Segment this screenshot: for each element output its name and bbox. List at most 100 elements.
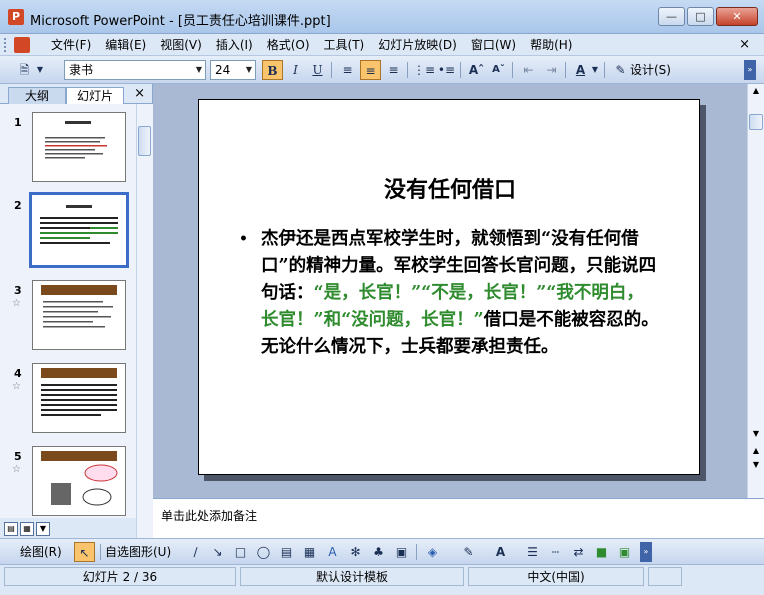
align-right-icon[interactable]: ≡ bbox=[383, 60, 404, 80]
new-dropdown-icon[interactable]: ▼ bbox=[34, 60, 46, 80]
chevron-down-icon[interactable]: ▼ bbox=[193, 61, 205, 79]
menu-edit[interactable]: 编辑(E) bbox=[98, 37, 153, 53]
italic-button[interactable]: I bbox=[285, 60, 306, 80]
3d-style-icon[interactable]: ▣ bbox=[614, 542, 635, 562]
powerpoint-app-icon[interactable]: P bbox=[8, 9, 24, 25]
clipart-icon[interactable]: ♣ bbox=[368, 542, 389, 562]
wordart-icon[interactable]: A bbox=[322, 542, 343, 562]
menu-window[interactable]: 窗口(W) bbox=[464, 37, 523, 53]
bold-button[interactable]: B bbox=[262, 60, 283, 80]
tab-slides[interactable]: 幻灯片 bbox=[66, 87, 124, 104]
slide-scrollbar[interactable]: ▲ ▼ ▲ ▼ bbox=[747, 84, 764, 498]
shadow-style-icon[interactable]: ■ bbox=[591, 542, 612, 562]
slide-title[interactable]: 没有任何借口 bbox=[199, 172, 701, 204]
menu-help[interactable]: 帮助(H) bbox=[523, 37, 579, 53]
menu-grip[interactable] bbox=[4, 38, 7, 52]
rectangle-tool-icon[interactable]: □ bbox=[230, 542, 251, 562]
scroll-up-icon[interactable]: ▲ bbox=[748, 86, 764, 100]
autoshapes-menu-button[interactable]: 自选图形(U) bbox=[105, 544, 171, 560]
underline-button[interactable]: U bbox=[307, 60, 328, 80]
tab-outline[interactable]: 大纲 bbox=[8, 87, 66, 104]
close-pane-icon[interactable]: × bbox=[134, 86, 145, 101]
close-window-button[interactable]: ✕ bbox=[716, 7, 758, 26]
scrollbar-thumb[interactable] bbox=[749, 114, 763, 130]
scroll-down-icon[interactable]: ▼ bbox=[748, 429, 764, 443]
bullet-list-icon[interactable]: •≡ bbox=[436, 60, 457, 80]
line-color-icon[interactable]: ✎ bbox=[458, 542, 479, 562]
font-size-select[interactable]: 24 ▼ bbox=[210, 60, 256, 80]
next-slide-icon[interactable]: ▼ bbox=[748, 460, 764, 474]
chevron-down-icon[interactable]: ▼ bbox=[243, 61, 255, 79]
new-document-icon[interactable]: 🗎 bbox=[14, 60, 35, 80]
font-color-icon[interactable]: A bbox=[490, 542, 511, 562]
animation-star-icon[interactable]: ☆ bbox=[12, 298, 21, 309]
toolbar-divider bbox=[416, 544, 417, 560]
diagram-icon[interactable]: ✻ bbox=[345, 542, 366, 562]
draw-menu-button[interactable]: 绘图(R) bbox=[20, 544, 62, 560]
slide-thumbnail[interactable] bbox=[32, 112, 126, 182]
increase-indent-icon[interactable]: ⇥ bbox=[541, 60, 562, 80]
thumbnail-item[interactable]: 2 bbox=[0, 192, 136, 275]
decrease-indent-icon[interactable]: ⇤ bbox=[518, 60, 539, 80]
design-template-name[interactable]: 默认设计模板 bbox=[240, 567, 464, 586]
previous-slide-icon[interactable]: ▲ bbox=[748, 446, 764, 460]
slide-thumbnail[interactable] bbox=[32, 280, 126, 350]
thumbnail-item[interactable]: 5 ☆ bbox=[0, 446, 136, 518]
toolbar-divider bbox=[100, 544, 101, 560]
arrow-style-icon[interactable]: ⇄ bbox=[568, 542, 589, 562]
slide-body-text[interactable]: • 杰伊还是西点军校学生时，就领悟到“没有任何借口”的精神力量。军校学生回答长官… bbox=[239, 226, 659, 361]
slide-canvas[interactable]: 没有任何借口 • 杰伊还是西点军校学生时，就领悟到“没有任何借口”的精神力量。军… bbox=[198, 99, 700, 475]
slide-thumbnail[interactable] bbox=[32, 446, 126, 516]
vertical-textbox-icon[interactable]: ▦ bbox=[299, 542, 320, 562]
insert-picture-icon[interactable]: ▣ bbox=[391, 542, 412, 562]
maximize-button[interactable]: □ bbox=[687, 7, 714, 26]
toolbar-options-icon[interactable]: » bbox=[744, 60, 756, 80]
thumbnail-item[interactable]: 4 ☆ bbox=[0, 363, 136, 439]
animation-star-icon[interactable]: ☆ bbox=[12, 381, 21, 392]
menu-tools[interactable]: 工具(T) bbox=[317, 37, 372, 53]
menu-slideshow[interactable]: 幻灯片放映(D) bbox=[371, 37, 464, 53]
document-icon[interactable] bbox=[14, 37, 30, 53]
menu-file[interactable]: 文件(F) bbox=[44, 37, 98, 53]
thumbnail-item[interactable]: 1 bbox=[0, 112, 136, 188]
toolbar-divider bbox=[512, 62, 513, 78]
font-color-button[interactable]: A bbox=[570, 60, 591, 80]
line-style-icon[interactable]: ☰ bbox=[522, 542, 543, 562]
arrow-tool-icon[interactable]: ↘ bbox=[207, 542, 228, 562]
view-buttons: ▤ ▦ ▼ bbox=[4, 522, 50, 536]
normal-view-icon[interactable]: ▤ bbox=[4, 522, 18, 536]
oval-tool-icon[interactable]: ◯ bbox=[253, 542, 274, 562]
font-name-select[interactable]: 隶书 ▼ bbox=[64, 60, 206, 80]
increase-font-size-icon[interactable]: Aˆ bbox=[466, 60, 487, 80]
thumbnail-item[interactable]: 3 ☆ bbox=[0, 280, 136, 356]
thumbnail-scrollbar[interactable] bbox=[136, 104, 153, 538]
slide-thumbnail-selected[interactable] bbox=[29, 192, 129, 268]
decrease-font-size-icon[interactable]: Aˇ bbox=[488, 60, 509, 80]
animation-star-icon[interactable]: ☆ bbox=[12, 464, 21, 475]
design-icon[interactable]: ✎ bbox=[610, 60, 631, 80]
align-left-icon[interactable]: ≡ bbox=[337, 60, 358, 80]
select-pointer-icon[interactable]: ↖ bbox=[74, 542, 95, 562]
minimize-button[interactable]: — bbox=[658, 7, 685, 26]
menu-view[interactable]: 视图(V) bbox=[153, 37, 209, 53]
slide-counter: 幻灯片 2 / 36 bbox=[4, 567, 236, 586]
notes-placeholder[interactable]: 单击此处添加备注 bbox=[161, 507, 257, 524]
dash-style-icon[interactable]: ┄ bbox=[545, 542, 566, 562]
numbered-list-icon[interactable]: ⋮≡ bbox=[413, 60, 435, 80]
slide-sorter-view-icon[interactable]: ▦ bbox=[20, 522, 34, 536]
notes-pane[interactable]: 单击此处添加备注 bbox=[153, 498, 764, 538]
fill-color-icon[interactable]: ◈ bbox=[422, 542, 443, 562]
slide-thumbnail[interactable] bbox=[32, 363, 126, 433]
align-center-icon[interactable]: ≡ bbox=[360, 60, 381, 80]
font-color-dropdown-icon[interactable]: ▼ bbox=[590, 60, 600, 80]
slide-editor: 没有任何借口 • 杰伊还是西点军校学生时，就领悟到“没有任何借口”的精神力量。军… bbox=[153, 84, 764, 498]
scrollbar-thumb[interactable] bbox=[138, 126, 151, 156]
menu-format[interactable]: 格式(O) bbox=[260, 37, 317, 53]
menu-insert[interactable]: 插入(I) bbox=[209, 37, 260, 53]
textbox-tool-icon[interactable]: ▤ bbox=[276, 542, 297, 562]
close-document-button[interactable]: × bbox=[739, 37, 750, 52]
slideshow-view-icon[interactable]: ▼ bbox=[36, 522, 50, 536]
toolbar-options-icon[interactable]: » bbox=[640, 542, 652, 562]
design-button[interactable]: 设计(S) bbox=[630, 60, 672, 80]
line-tool-icon[interactable]: ∕ bbox=[185, 542, 206, 562]
